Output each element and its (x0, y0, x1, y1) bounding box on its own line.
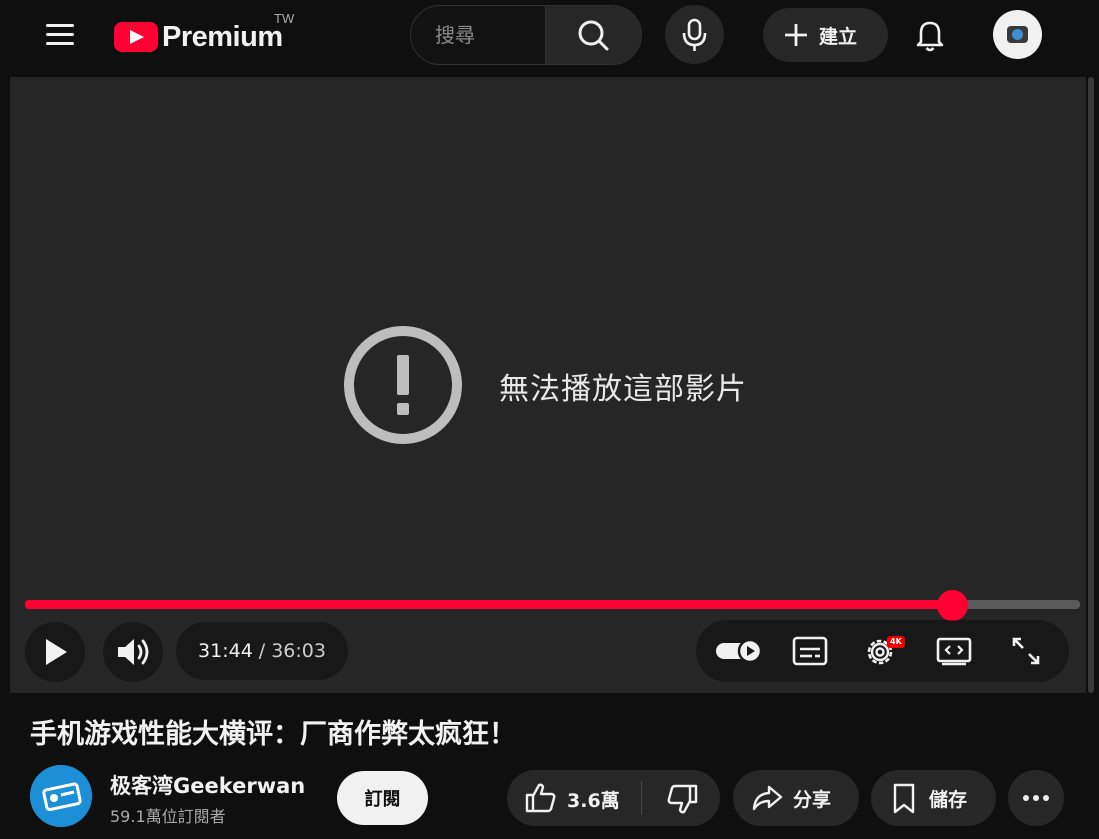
error-exclamation-icon (344, 326, 462, 444)
bell-icon (916, 21, 944, 52)
quality-badge: 4K (887, 636, 905, 648)
like-dislike-group: 3.6萬 (507, 770, 720, 826)
save-label: 儲存 (929, 788, 968, 811)
video-title: 手机游戏性能大横评：厂商作弊太疯狂！ (30, 719, 516, 750)
save-button[interactable]: 儲存 (871, 770, 996, 826)
subscribe-label: 訂閱 (364, 789, 401, 810)
dislike-button[interactable] (642, 770, 720, 826)
player-right-controls: 4K (696, 620, 1069, 682)
subtitles-icon (792, 636, 828, 666)
time-display: 31:44 / 36:03 (176, 622, 348, 680)
logo-text: Premium (162, 20, 283, 53)
voice-search-button[interactable] (665, 5, 724, 64)
error-message: 無法播放這部影片 (499, 372, 747, 407)
thumbs-down-icon (667, 784, 698, 814)
current-time: 31:44 (198, 640, 253, 662)
camera-icon (1007, 26, 1028, 43)
more-actions-button[interactable] (1008, 770, 1064, 826)
bookmark-icon (893, 783, 915, 814)
theater-mode-button[interactable] (934, 633, 974, 669)
microphone-icon (682, 18, 707, 51)
progress-played (25, 600, 953, 609)
notifications-button[interactable] (908, 12, 952, 56)
fullscreen-button[interactable] (1008, 633, 1044, 669)
subscribe-button[interactable]: 訂閱 (337, 771, 428, 825)
channel-logo-icon (30, 765, 92, 827)
thumbs-up-icon (525, 783, 556, 813)
account-avatar[interactable] (993, 10, 1042, 59)
plus-icon (785, 24, 807, 46)
settings-button[interactable]: 4K (862, 631, 912, 671)
subtitles-button[interactable] (790, 633, 830, 669)
channel-avatar[interactable] (30, 765, 92, 827)
youtube-play-logo-icon (114, 22, 158, 52)
region-code: TW (274, 11, 295, 26)
like-count: 3.6萬 (567, 790, 620, 812)
volume-icon (118, 639, 149, 665)
share-arrow-icon (752, 785, 783, 811)
duration: 36:03 (271, 640, 326, 662)
time-separator: / (258, 640, 266, 662)
channel-name[interactable]: 极客湾Geekerwan (110, 770, 305, 800)
play-icon (46, 639, 67, 665)
subscriber-count: 59.1萬位訂閱者 (110, 807, 226, 826)
autoplay-toggle-icon (716, 638, 763, 664)
create-label: 建立 (819, 25, 858, 48)
create-button[interactable]: 建立 (763, 8, 888, 62)
like-button[interactable]: 3.6萬 (507, 770, 641, 826)
theater-icon (936, 637, 972, 666)
scrubber-handle[interactable] (937, 590, 968, 621)
share-label: 分享 (793, 788, 832, 811)
youtube-premium-logo[interactable]: Premium (114, 20, 283, 54)
page-scrollbar[interactable] (1088, 77, 1094, 693)
search-button[interactable] (545, 6, 641, 64)
expand-icon (1012, 637, 1040, 665)
mute-button[interactable] (103, 622, 163, 682)
autoplay-toggle[interactable] (710, 633, 766, 669)
menu-icon[interactable] (46, 24, 74, 46)
play-button[interactable] (25, 622, 85, 682)
more-horizontal-icon (1023, 795, 1049, 801)
share-button[interactable]: 分享 (733, 770, 859, 826)
search-icon (578, 20, 609, 51)
search-box (410, 5, 642, 65)
